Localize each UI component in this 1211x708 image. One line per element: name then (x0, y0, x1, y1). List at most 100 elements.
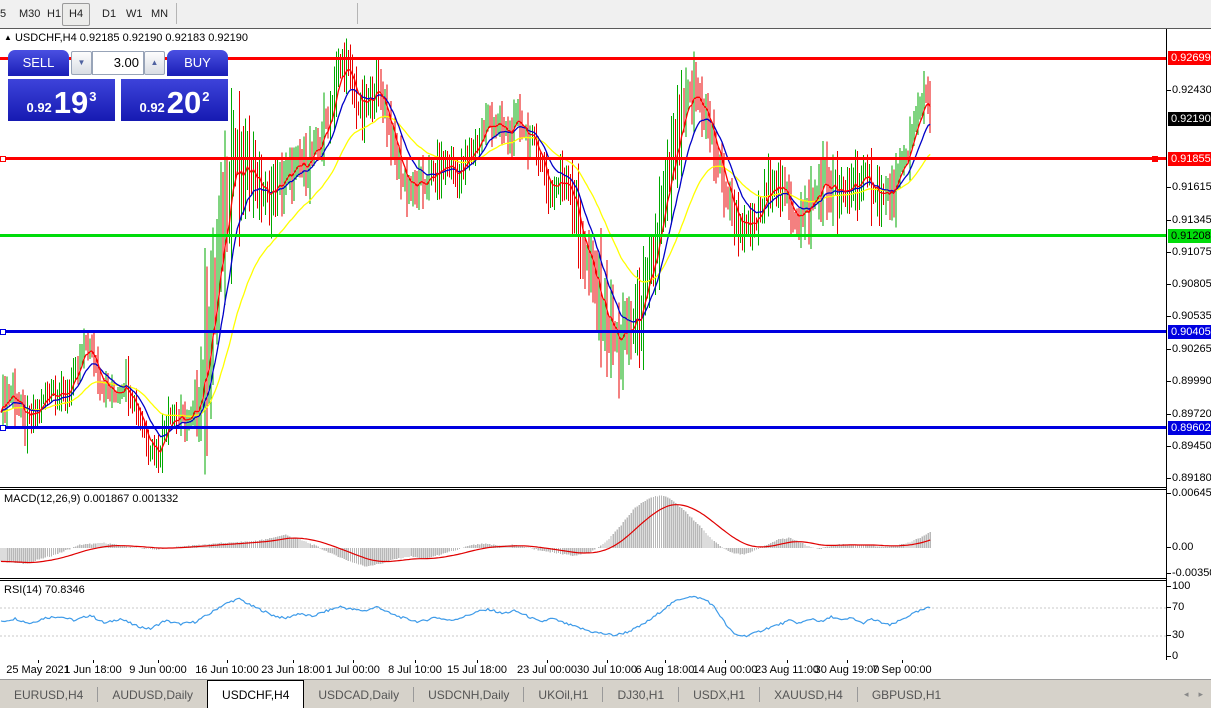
macd-indicator-plot[interactable]: MACD(12,26,9) 0.001867 0.001332 (0, 489, 1166, 579)
scale-tick-label: 0.91075 (1172, 246, 1211, 258)
scale-tick (1167, 316, 1171, 317)
time-tick (725, 660, 726, 663)
collapse-arrow-icon[interactable]: ▲ (4, 33, 12, 42)
chart-tab-dj30[interactable]: DJ30,H1 (603, 680, 678, 708)
buy-price-sup: 2 (202, 89, 209, 104)
scale-tick (1167, 446, 1171, 447)
mt4-window: { "toolbar": { "partial_left": "5", "per… (0, 0, 1211, 708)
chart-tab-xauusd[interactable]: XAUUSD,H4 (760, 680, 857, 708)
time-tick (293, 660, 294, 663)
level-price-badge: 0.89602 (1168, 421, 1211, 435)
chart-tab-usdcnh[interactable]: USDCNH,Daily (414, 680, 523, 708)
rsi-label: RSI(14) 70.8346 (4, 584, 85, 596)
rsi-indicator-plot[interactable]: RSI(14) 70.8346 (0, 580, 1166, 661)
time-tick (38, 660, 39, 663)
rsi-scale-tick (1167, 607, 1171, 608)
scale-tick-label: 0.90535 (1172, 310, 1211, 322)
scale-tick-label: 0.91615 (1172, 181, 1211, 193)
rsi-line (1, 596, 930, 636)
rsi-scale-label: 70 (1172, 601, 1184, 613)
buy-price-prefix: 0.92 (139, 100, 164, 115)
main-chart-plot[interactable]: ▲ USDCHF,H4 0.92185 0.92190 0.92183 0.92… (0, 29, 1166, 488)
time-axis-label: 8 Jul 10:00 (388, 664, 442, 676)
chart-tab-usdchf[interactable]: USDCHF,H4 (207, 680, 304, 708)
timeframe-toolbar: 5M30H1H4D1W1MN (0, 0, 1211, 28)
time-axis-label: 14 Aug 00:00 (693, 664, 758, 676)
scale-tick (1167, 187, 1171, 188)
level-line-handle[interactable] (0, 156, 6, 162)
chart-tab-audusd[interactable]: AUDUSD,Daily (98, 680, 207, 708)
time-axis-label: 30 Jul 10:00 (577, 664, 637, 676)
timeframe-button-mn[interactable]: MN (144, 3, 175, 26)
scale-tick (1167, 349, 1171, 350)
timeframe-button-h4[interactable]: H4 (62, 3, 90, 26)
volume-increase-button[interactable]: ▲ (144, 51, 165, 75)
one-click-trade-panel: SELL ▼ 3.00 ▲ BUY 0.92 19 3 0.92 20 2 (8, 50, 228, 77)
toolbar-separator (357, 3, 358, 24)
price-scale[interactable]: 0.926990.918550.912080.904050.896020.924… (1167, 29, 1211, 660)
level-price-badge: 0.92699 (1168, 51, 1211, 65)
sell-price-box[interactable]: 0.92 19 3 (8, 77, 115, 121)
horizontal-level-line[interactable] (0, 234, 1166, 237)
time-axis[interactable]: 25 May 20211 Jun 18:009 Jun 00:0016 Jun … (0, 660, 1211, 679)
time-tick (353, 660, 354, 663)
chart-tab-usdcad[interactable]: USDCAD,Daily (304, 680, 413, 708)
time-axis-label: 9 Jun 00:00 (129, 664, 187, 676)
scale-tick (1167, 252, 1171, 253)
level-line-handle[interactable] (1152, 156, 1158, 162)
level-price-badge: 0.91855 (1168, 152, 1211, 166)
volume-decrease-button[interactable]: ▼ (71, 51, 92, 75)
time-tick (607, 660, 608, 663)
macd-label: MACD(12,26,9) 0.001867 0.001332 (4, 493, 178, 505)
level-line-handle[interactable] (0, 425, 6, 431)
macd-scale-label: -0.003507 (1172, 567, 1211, 579)
chart-tab-usdx[interactable]: USDX,H1 (679, 680, 759, 708)
chart-tab-bar: EURUSD,H4AUDUSD,DailyUSDCHF,H4USDCAD,Dai… (0, 679, 1211, 708)
scale-tick (1167, 90, 1171, 91)
time-tick (902, 660, 903, 663)
level-line-handle[interactable] (0, 329, 6, 335)
time-axis-label: 16 Jun 10:00 (195, 664, 259, 676)
volume-input[interactable]: 3.00 (92, 51, 144, 75)
rsi-scale-tick (1167, 635, 1171, 636)
scale-tick (1167, 284, 1171, 285)
horizontal-level-line[interactable] (0, 330, 1166, 333)
horizontal-level-line[interactable] (0, 157, 1166, 160)
macd-scale-label: 0.00 (1172, 541, 1193, 553)
time-axis-label: 7 Sep 00:00 (872, 664, 931, 676)
scale-tick-label: 0.89720 (1172, 408, 1211, 420)
sell-button[interactable]: SELL (8, 50, 69, 76)
chart-ohlc: 0.92185 0.92190 0.92183 0.92190 (80, 32, 248, 44)
time-axis-label: 1 Jun 18:00 (64, 664, 122, 676)
sell-price-prefix: 0.92 (26, 100, 51, 115)
rsi-scale-label: 30 (1172, 629, 1184, 641)
rsi-scale-tick (1167, 586, 1171, 587)
macd-histogram (1, 496, 930, 567)
tab-scroll-right-icon[interactable]: ▸ (1198, 689, 1203, 700)
buy-button[interactable]: BUY (167, 50, 228, 76)
time-tick (847, 660, 848, 663)
buy-price-box[interactable]: 0.92 20 2 (121, 77, 228, 121)
chart-tab-eurusd[interactable]: EURUSD,H4 (0, 680, 97, 708)
toolbar-separator (176, 3, 177, 24)
scale-tick (1167, 414, 1171, 415)
horizontal-level-line[interactable] (0, 426, 1166, 429)
chart-tab-gbpusd[interactable]: GBPUSD,H1 (858, 680, 955, 708)
rsi-name: RSI(14) (4, 584, 42, 596)
tab-scroll-arrows: ◂▸ (1184, 680, 1203, 708)
macd-signal-line (1, 505, 930, 563)
buy-price-big: 20 (167, 88, 201, 118)
time-axis-label: 1 Jul 00:00 (326, 664, 380, 676)
time-tick (665, 660, 666, 663)
scale-tick (1167, 381, 1171, 382)
chart-tab-ukoil[interactable]: UKOil,H1 (524, 680, 602, 708)
rsi-scale-label: 100 (1172, 580, 1190, 592)
time-tick (547, 660, 548, 663)
rsi-canvas[interactable] (0, 581, 1166, 660)
time-tick (477, 660, 478, 663)
time-axis-label: 23 Jul 00:00 (517, 664, 577, 676)
tab-scroll-left-icon[interactable]: ◂ (1184, 689, 1189, 700)
scale-tick-label: 0.89180 (1172, 472, 1211, 484)
macd-values: 0.001867 0.001332 (83, 493, 178, 505)
chart-header: ▲ USDCHF,H4 0.92185 0.92190 0.92183 0.92… (4, 32, 248, 44)
